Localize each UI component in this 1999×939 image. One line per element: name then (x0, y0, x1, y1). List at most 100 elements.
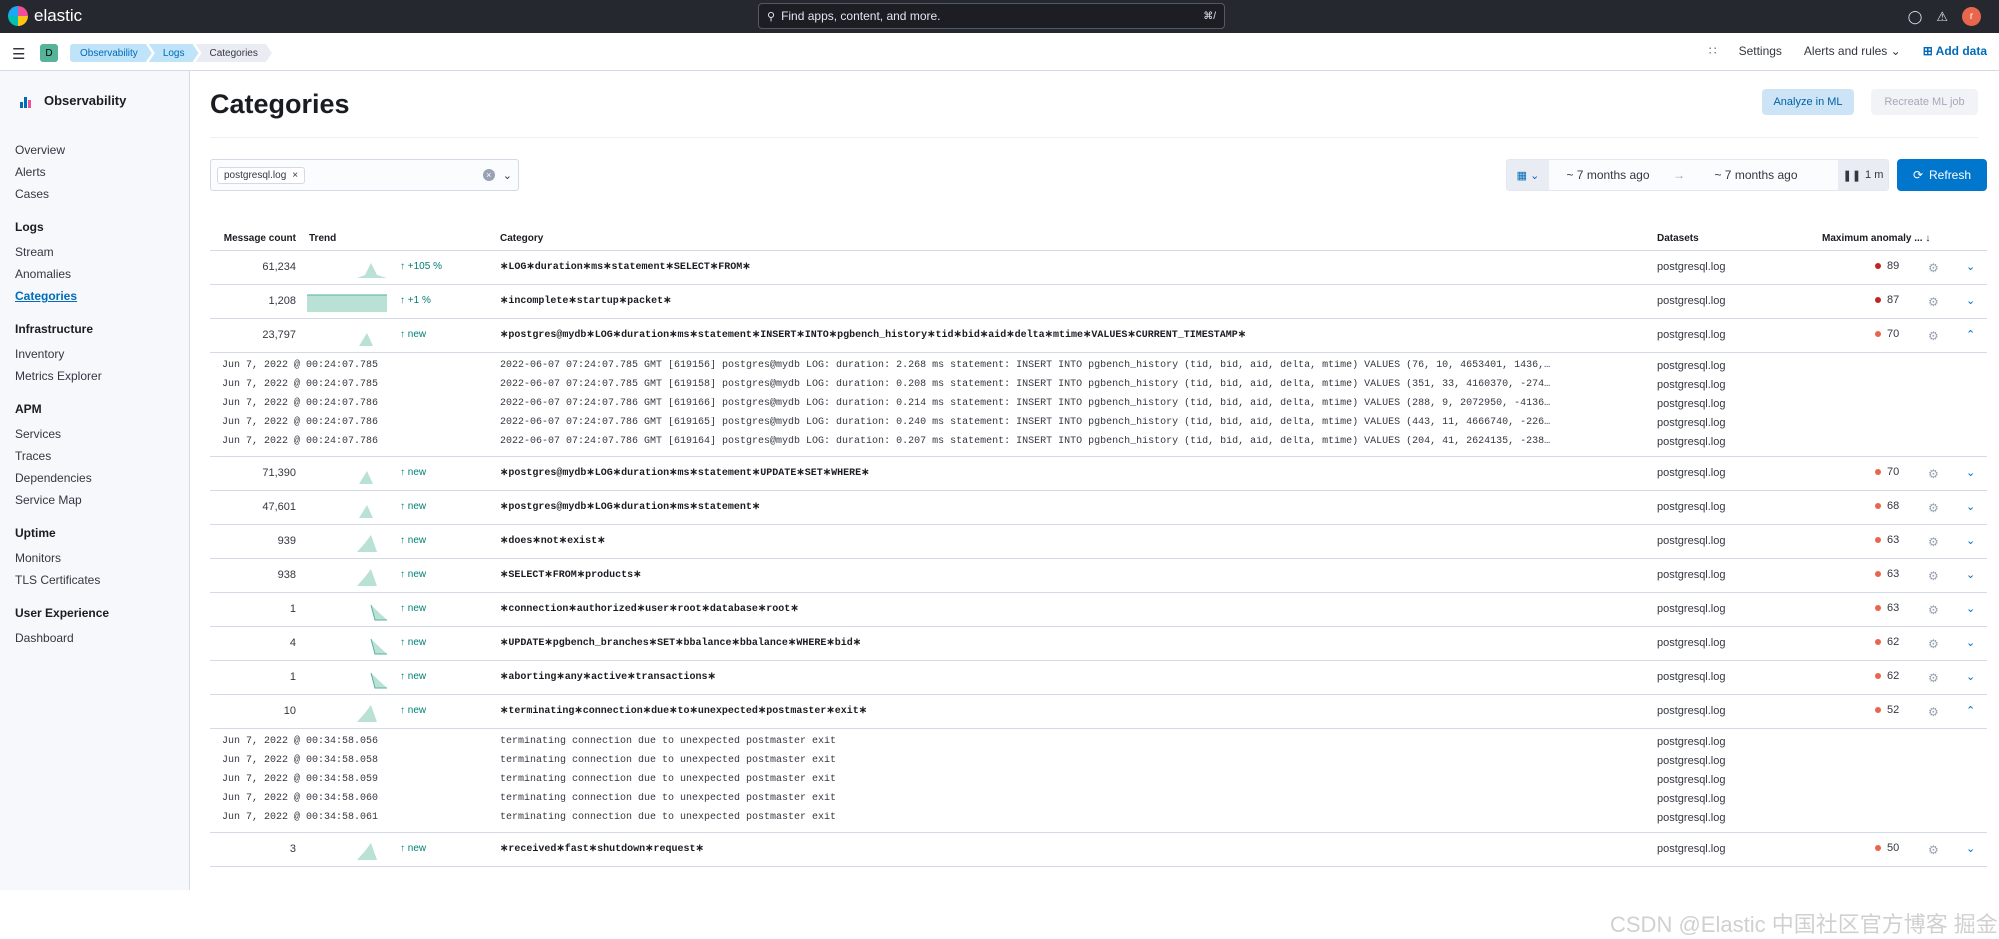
severity-dot (1875, 845, 1881, 851)
sidebar-item-alerts[interactable]: Alerts (15, 161, 109, 183)
refresh-button[interactable]: ⟳ Refresh (1897, 159, 1987, 191)
alerts-menu[interactable]: Alerts and rules ⌄ (1804, 44, 1901, 58)
dataset-filter[interactable]: postgresql.log × × ⌄ (210, 159, 519, 191)
plus-icon: ⊞ (1922, 44, 1933, 58)
sidebar-item-overview[interactable]: Overview (15, 139, 109, 161)
ml-analyze-icon[interactable]: ⚙ (1928, 705, 1939, 719)
ml-analyze-icon[interactable]: ⚙ (1928, 569, 1939, 583)
chevron-down-icon[interactable]: ⌄ (1966, 842, 1975, 855)
col-max-anomaly[interactable]: Maximum anomaly ... ↓ (1822, 233, 1930, 244)
chevron-down-icon[interactable]: ⌄ (1966, 602, 1975, 615)
trend-sparkline (307, 257, 387, 279)
search-icon: ⚲ (767, 10, 776, 23)
ml-analyze-icon[interactable]: ⚙ (1928, 843, 1939, 857)
sidebar-title-label: Observability (44, 93, 127, 108)
col-message-count[interactable]: Message count (210, 233, 296, 244)
chevron-down-icon[interactable]: ⌄ (1966, 568, 1975, 581)
sidebar-item-monitors[interactable]: Monitors (15, 547, 109, 569)
refresh-label: Refresh (1929, 168, 1972, 182)
chevron-down-icon[interactable]: ⌄ (1966, 260, 1975, 273)
col-category: Category (500, 233, 544, 244)
ml-analyze-icon[interactable]: ⚙ (1928, 329, 1939, 343)
example-row: Jun 7, 2022 @ 00:24:07.785 2022-06-07 07… (210, 376, 1987, 395)
recreate-ml-job-button[interactable]: Recreate ML job (1871, 89, 1978, 115)
example-message: terminating connection due to unexpected… (500, 774, 837, 785)
sidebar-item-service-map[interactable]: Service Map (15, 489, 109, 511)
chevron-down-icon[interactable]: ⌄ (1966, 670, 1975, 683)
example-timestamp: Jun 7, 2022 @ 00:24:07.786 (222, 398, 379, 409)
sidebar-group-logs: Logs (15, 220, 44, 234)
ml-analyze-icon[interactable]: ⚙ (1928, 535, 1939, 549)
ml-analyze-icon[interactable]: ⚙ (1928, 467, 1939, 481)
example-message: terminating connection due to unexpected… (500, 755, 837, 766)
space-selector[interactable]: D (40, 44, 58, 62)
date-end[interactable]: ~ 7 months ago (1691, 168, 1821, 182)
example-timestamp: Jun 7, 2022 @ 00:34:58.061 (222, 812, 379, 823)
chevron-down-icon[interactable]: ⌄ (1966, 466, 1975, 479)
help-icon[interactable]: ◯ (1908, 9, 1923, 25)
ml-analyze-icon[interactable]: ⚙ (1928, 295, 1939, 309)
analyze-in-ml-button[interactable]: Analyze in ML (1762, 89, 1854, 115)
sidebar-item-categories[interactable]: Categories (15, 285, 109, 307)
sidebar-item-metrics-explorer[interactable]: Metrics Explorer (15, 365, 109, 387)
breadcrumb-logs[interactable]: Logs (149, 44, 199, 62)
sidebar-item-services[interactable]: Services (15, 423, 109, 445)
news-feed-icon[interactable]: ⚠ (1936, 9, 1948, 25)
user-avatar[interactable]: r (1962, 7, 1981, 26)
severity-dot (1875, 571, 1881, 577)
example-message: 2022-06-07 07:24:07.786 GMT [619164] pos… (500, 436, 1551, 447)
sidebar-item-cases[interactable]: Cases (15, 183, 109, 205)
sidebar-item-traces[interactable]: Traces (15, 445, 109, 467)
chevron-down-icon[interactable]: ⌄ (1966, 294, 1975, 307)
headers-icon[interactable]: ∷ (1709, 44, 1717, 58)
breadcrumb-observability[interactable]: Observability (70, 44, 152, 62)
sidebar-item-dashboard[interactable]: Dashboard (15, 627, 109, 649)
menu-toggle-icon[interactable]: ☰ (12, 45, 25, 63)
message-count: 61,234 (262, 261, 296, 273)
settings-link[interactable]: Settings (1739, 44, 1782, 58)
chevron-up-icon[interactable]: ⌃ (1966, 704, 1975, 717)
table-row: 61,234 ↑ +105 % ∗LOG∗duration∗ms∗stateme… (210, 251, 1987, 285)
severity-dot (1875, 707, 1881, 713)
example-dataset: postgresql.log (1657, 774, 1726, 786)
sidebar-item-tls-certificates[interactable]: TLS Certificates (15, 569, 109, 591)
sidebar-item-inventory[interactable]: Inventory (15, 343, 109, 365)
ml-analyze-icon[interactable]: ⚙ (1928, 261, 1939, 275)
divider (210, 137, 1978, 138)
sidebar-group-uptime: Uptime (15, 526, 56, 540)
ml-analyze-icon[interactable]: ⚙ (1928, 501, 1939, 515)
example-row: Jun 7, 2022 @ 00:34:58.060 terminating c… (210, 790, 1987, 809)
sidebar-item-stream[interactable]: Stream (15, 241, 109, 263)
category-pattern: ∗connection∗authorized∗user∗root∗databas… (500, 604, 799, 615)
example-message: terminating connection due to unexpected… (500, 793, 837, 804)
trend-sparkline (307, 565, 387, 587)
trend-label: ↑ new (400, 535, 427, 546)
sidebar-item-anomalies[interactable]: Anomalies (15, 263, 109, 285)
message-count: 938 (277, 569, 296, 581)
ml-analyze-icon[interactable]: ⚙ (1928, 671, 1939, 685)
auto-refresh-toggle[interactable]: ❚❚ 1 m (1838, 160, 1888, 190)
ml-analyze-icon[interactable]: ⚙ (1928, 603, 1939, 617)
chevron-down-icon[interactable]: ⌄ (1966, 636, 1975, 649)
chevron-up-icon[interactable]: ⌃ (1966, 328, 1975, 341)
sidebar-item-dependencies[interactable]: Dependencies (15, 467, 109, 489)
ml-analyze-icon[interactable]: ⚙ (1928, 637, 1939, 651)
message-count: 1 (289, 671, 296, 683)
global-search-input[interactable]: ⚲ Find apps, content, and more. ⌘/ (758, 3, 1225, 29)
elastic-logo[interactable]: elastic (8, 6, 82, 26)
remove-chip-icon[interactable]: × (292, 170, 298, 181)
date-start[interactable]: ~ 7 months ago (1549, 168, 1667, 182)
example-timestamp: Jun 7, 2022 @ 00:34:58.059 (222, 774, 379, 785)
chevron-down-icon[interactable]: ⌄ (1966, 534, 1975, 547)
trend-label: ↑ new (400, 843, 427, 854)
category-pattern: ∗incomplete∗startup∗packet∗ (500, 296, 672, 307)
clear-filter-icon[interactable]: × (482, 169, 495, 181)
chevron-down-icon[interactable]: ⌄ (503, 169, 512, 182)
chevron-down-icon[interactable]: ⌄ (1966, 500, 1975, 513)
severity-dot (1875, 605, 1881, 611)
add-data-link[interactable]: ⊞ Add data (1923, 44, 1987, 58)
table-row: 71,390 ↑ new ∗postgres@mydb∗LOG∗duration… (210, 457, 1987, 491)
calendar-icon[interactable]: ▦ ⌄ (1507, 160, 1549, 190)
anomaly-score: 52 (1875, 704, 1899, 716)
dataset-filter-chip[interactable]: postgresql.log × (217, 166, 306, 184)
